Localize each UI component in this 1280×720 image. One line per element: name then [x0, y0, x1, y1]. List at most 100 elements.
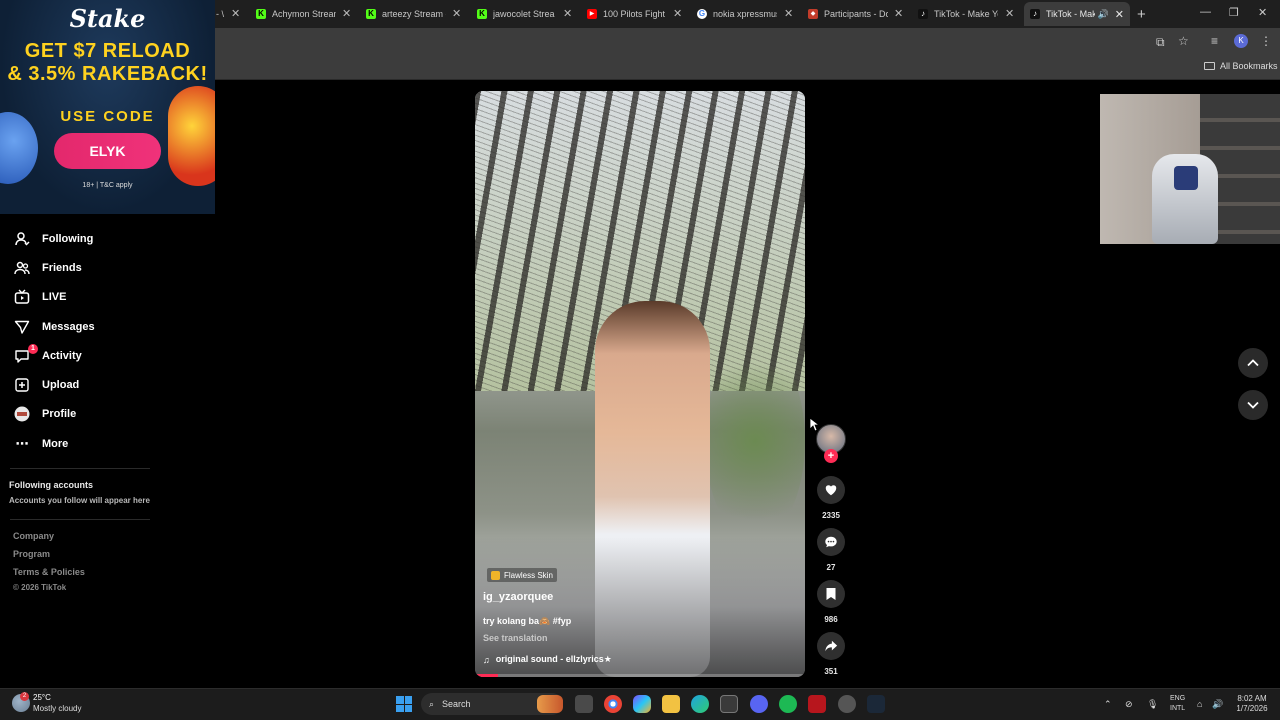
- tab-6[interactable]: ♪ TikTok - Make Your: [918, 4, 998, 24]
- close-tab-icon[interactable]: ✕: [894, 8, 903, 20]
- chrome-icon[interactable]: [604, 695, 622, 713]
- sidebar-item-friends[interactable]: Friends: [14, 260, 82, 276]
- sidebar-item-live[interactable]: LIVE: [14, 289, 66, 305]
- save-button[interactable]: [817, 580, 845, 608]
- sidebar-item-following[interactable]: Following: [14, 231, 93, 247]
- footer-link-company[interactable]: Company: [13, 531, 54, 541]
- follow-plus-icon[interactable]: +: [824, 449, 838, 463]
- tab-4[interactable]: G nokia xpressmusic: [697, 4, 777, 24]
- tab-title: nokia xpressmusic: [713, 9, 777, 19]
- profile-avatar[interactable]: K: [1234, 34, 1248, 48]
- mouse-cursor-icon: [809, 417, 819, 432]
- tab-1[interactable]: K arteezy Stream - Kick: [366, 4, 446, 24]
- weather-badge: 2: [20, 692, 29, 701]
- weather-temperature[interactable]: 25°C: [33, 693, 51, 702]
- volume-icon[interactable]: 🔊: [1212, 699, 1223, 710]
- language-code: ENG: [1170, 695, 1186, 702]
- close-tab-icon[interactable]: ✕: [784, 8, 793, 20]
- close-tab-icon[interactable]: ✕: [1115, 8, 1124, 21]
- edge-icon[interactable]: [691, 695, 709, 713]
- tab-partial[interactable]: - \: [216, 4, 230, 24]
- following-icon: [14, 231, 30, 247]
- language-indicator[interactable]: ENG INTL: [1170, 694, 1185, 714]
- menu-kebab-icon[interactable]: ⋮: [1260, 34, 1272, 48]
- tab-7-active[interactable]: ♪ TikTok - Make 🔊 ✕: [1024, 2, 1130, 26]
- footer-link-terms[interactable]: Terms & Policies: [13, 567, 85, 577]
- media-control-icon[interactable]: ≡: [1211, 34, 1218, 48]
- sidebar-item-activity[interactable]: 1 Activity: [14, 344, 82, 364]
- sidebar-item-more[interactable]: ⋯ More: [14, 436, 69, 452]
- chevron-down-icon: [1247, 401, 1259, 409]
- new-tab-button[interactable]: +: [1137, 6, 1146, 23]
- stake-ad-overlay[interactable]: Stake GET $7 RELOAD & 3.5% RAKEBACK! USE…: [0, 0, 215, 214]
- app-icon[interactable]: [838, 695, 856, 713]
- next-video-button[interactable]: [1238, 390, 1268, 420]
- following-accounts-title: Following accounts: [9, 480, 94, 490]
- previous-video-button[interactable]: [1238, 348, 1268, 378]
- tab-title: Participants - Dota: [824, 9, 888, 19]
- like-button[interactable]: [817, 476, 845, 504]
- tab-2[interactable]: K jawocolet Stream - Kick: [477, 4, 555, 24]
- sidebar-item-profile[interactable]: Profile: [14, 406, 76, 422]
- file-explorer-icon[interactable]: [662, 695, 680, 713]
- sidebar-divider: [10, 519, 150, 520]
- sidebar-item-label: Messages: [42, 321, 95, 333]
- search-highlight-icon[interactable]: [537, 695, 563, 713]
- wifi-icon[interactable]: ⌂: [1197, 699, 1202, 709]
- close-tab-icon[interactable]: ✕: [1005, 8, 1014, 20]
- tab-title: 100 Pilots Fight For: [603, 9, 667, 19]
- sidebar-item-upload[interactable]: Upload: [14, 377, 79, 393]
- ad-headline-2: & 3.5% RAKEBACK!: [7, 63, 208, 85]
- screen: - \ ✕ K Achymon Stream - YouTube ✕ K art…: [0, 0, 1280, 720]
- close-tab-icon[interactable]: ✕: [563, 8, 572, 20]
- close-tab-icon[interactable]: ✕: [452, 8, 461, 20]
- video-effect-badge[interactable]: Flawless Skin: [487, 568, 557, 582]
- tray-network-icon[interactable]: ⊘: [1125, 699, 1133, 710]
- video-player[interactable]: Flawless Skin ig_yzaorquee try kolang ba…: [475, 91, 805, 677]
- video-progress-bar[interactable]: [475, 674, 805, 677]
- tray-chevron-up-icon[interactable]: ⌃: [1104, 699, 1112, 710]
- comment-button[interactable]: [817, 528, 845, 556]
- dota-icon[interactable]: [808, 695, 826, 713]
- sidebar-item-messages[interactable]: Messages: [14, 319, 95, 335]
- close-tab-icon[interactable]: ✕: [673, 8, 682, 20]
- windows-start-icon[interactable]: [396, 696, 412, 712]
- music-note-icon: ♫: [483, 654, 490, 665]
- kick-favicon-icon: K: [366, 9, 376, 19]
- webcam-chair-logo: [1174, 166, 1198, 190]
- tab-3[interactable]: ▶ 100 Pilots Fight For: [587, 4, 667, 24]
- profile-avatar: [14, 406, 30, 422]
- video-username[interactable]: ig_yzaorquee: [483, 591, 553, 603]
- bookmark-star-icon[interactable]: ☆: [1178, 34, 1189, 48]
- see-translation-link[interactable]: See translation: [483, 633, 548, 643]
- store-icon[interactable]: [720, 695, 738, 713]
- close-tab-icon[interactable]: ✕: [231, 8, 240, 20]
- restore-icon[interactable]: ❐: [1229, 6, 1239, 19]
- weather-description[interactable]: Mostly cloudy: [33, 704, 81, 713]
- task-view-icon[interactable]: [575, 695, 593, 713]
- microphone-icon[interactable]: 🎙: [1147, 699, 1158, 710]
- tab-title: - \: [216, 9, 224, 19]
- install-app-icon[interactable]: ⧉: [1156, 35, 1165, 50]
- close-window-icon[interactable]: ✕: [1258, 6, 1267, 19]
- share-button[interactable]: [817, 632, 845, 660]
- footer-link-program[interactable]: Program: [13, 549, 50, 559]
- steam-icon[interactable]: [867, 695, 885, 713]
- video-sound[interactable]: ♫ original sound - ellzlyrics★: [483, 654, 612, 665]
- tab-0[interactable]: K Achymon Stream - YouTube: [256, 4, 336, 24]
- taskbar-clock[interactable]: 8:02 AM 1/7/2026: [1230, 694, 1274, 714]
- close-tab-icon[interactable]: ✕: [342, 8, 351, 20]
- kick-favicon-icon: K: [256, 9, 266, 19]
- save-count: 986: [824, 615, 838, 624]
- minimize-icon[interactable]: —: [1200, 6, 1211, 18]
- copyright: © 2026 TikTok: [13, 583, 67, 592]
- sidebar-item-label: LIVE: [42, 291, 67, 303]
- ad-promo-code-button[interactable]: ELYK: [54, 133, 161, 169]
- speaker-icon[interactable]: 🔊: [1098, 9, 1109, 20]
- copilot-icon[interactable]: [633, 695, 651, 713]
- sidebar-item-label: Following: [42, 233, 94, 245]
- discord-icon[interactable]: [750, 695, 768, 713]
- all-bookmarks-button[interactable]: All Bookmarks: [1204, 61, 1278, 71]
- tab-5[interactable]: ◆ Participants - Dota: [808, 4, 888, 24]
- spotify-icon[interactable]: [779, 695, 797, 713]
